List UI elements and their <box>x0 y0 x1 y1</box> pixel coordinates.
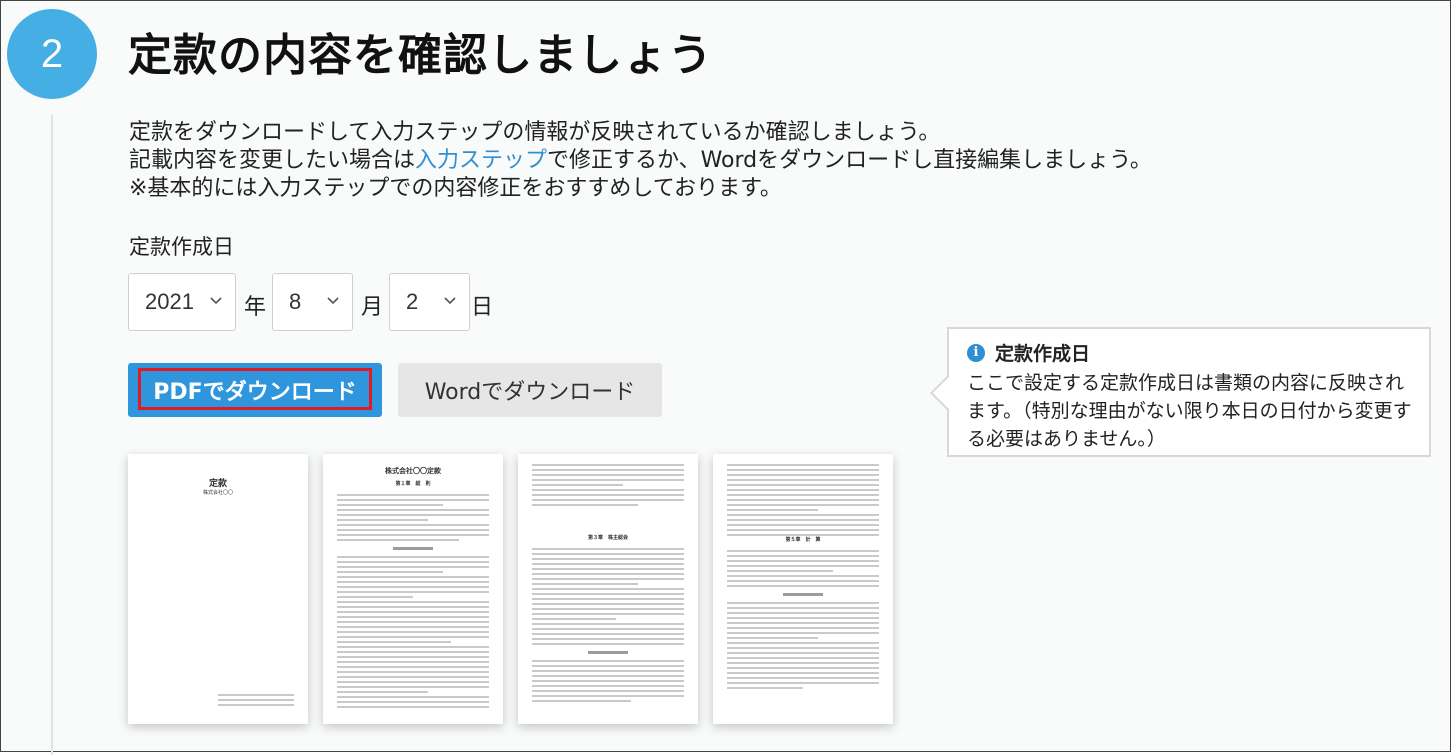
day-unit: 日 <box>471 295 494 320</box>
month-unit: 月 <box>361 295 384 320</box>
thumbnail-subtitle: 株式会社〇〇 <box>202 490 233 496</box>
document-thumbnail-3[interactable]: 第３章 株主総会 <box>518 454 698 724</box>
tooltip-body: ここで設定する定款作成日は書類の内容に反映されます。（特別な理由がない限り本日の… <box>967 372 1412 450</box>
day-value: 2 <box>406 289 419 314</box>
thumbnail-text-lines <box>727 550 879 692</box>
document-thumbnail-2[interactable]: 株式会社〇〇定款 第１章 総 則 <box>323 454 503 724</box>
tooltip-title: 定款作成日 <box>995 343 1091 365</box>
step-connector-line <box>51 115 53 755</box>
day-select[interactable]: 2 <box>389 273 470 331</box>
description-line-2: 記載内容を変更したい場合は入力ステップで修正するか、Wordをダウンロードし直接… <box>129 147 1152 175</box>
step-number-badge: 2 <box>7 9 97 99</box>
thumbnail-subtitle: 第５章 計 算 <box>785 537 821 543</box>
chevron-down-icon <box>327 297 339 305</box>
thumbnail-text-lines <box>532 464 684 509</box>
pdf-download-button[interactable]: PDFでダウンロード <box>128 363 382 417</box>
pdf-download-label: PDFでダウンロード <box>153 380 357 405</box>
thumbnail-text-lines <box>532 548 684 705</box>
page-title: 定款の内容を確認しましょう <box>128 30 713 81</box>
thumbnail-text-lines <box>727 464 879 539</box>
step-number: 2 <box>40 31 64 76</box>
tooltip-header: i 定款作成日 <box>967 339 1413 366</box>
step-panel: 2 定款の内容を確認しましょう 定款をダウンロードして入力ステップの情報が反映さ… <box>0 0 1451 755</box>
thumbnail-title: 株式会社〇〇定款 <box>385 466 441 475</box>
thumbnail-text-lines <box>337 494 489 711</box>
thumbnail-text-lines <box>218 694 294 709</box>
info-icon: i <box>967 343 985 362</box>
year-value: 2021 <box>145 289 194 314</box>
tooltip-arrow <box>930 376 964 410</box>
date-label: 定款作成日 <box>129 235 234 259</box>
thumbnail-subtitle: 第１章 総 則 <box>395 481 431 487</box>
month-select[interactable]: 8 <box>272 273 353 331</box>
thumbnail-title: 定款 <box>208 479 227 489</box>
description-line-2-suffix: で修正するか、Wordをダウンロードし直接編集しましょう。 <box>547 148 1152 173</box>
description: 定款をダウンロードして入力ステップの情報が反映されているか確認しましょう。 記載… <box>129 119 1152 203</box>
chevron-down-icon <box>210 297 222 305</box>
document-thumbnail-1[interactable]: 定款 株式会社〇〇 <box>128 454 308 724</box>
chevron-down-icon <box>444 297 456 305</box>
description-line-1: 定款をダウンロードして入力ステップの情報が反映されているか確認しましょう。 <box>129 120 941 145</box>
document-thumbnail-4[interactable]: 第５章 計 算 <box>713 454 893 724</box>
input-step-link[interactable]: 入力ステップ <box>415 148 547 173</box>
year-select[interactable]: 2021 <box>128 273 236 331</box>
word-download-button[interactable]: Wordでダウンロード <box>398 363 662 417</box>
description-line-2-prefix: 記載内容を変更したい場合は <box>129 148 416 173</box>
year-unit: 年 <box>244 295 267 320</box>
month-value: 8 <box>289 289 302 314</box>
date-tooltip: i 定款作成日 ここで設定する定款作成日は書類の内容に反映されます。（特別な理由… <box>930 327 1431 457</box>
description-line-3: ※基本的には入力ステップでの内容修正をおすすめしております。 <box>129 176 782 201</box>
thumbnail-subtitle: 第３章 株主総会 <box>587 535 628 541</box>
